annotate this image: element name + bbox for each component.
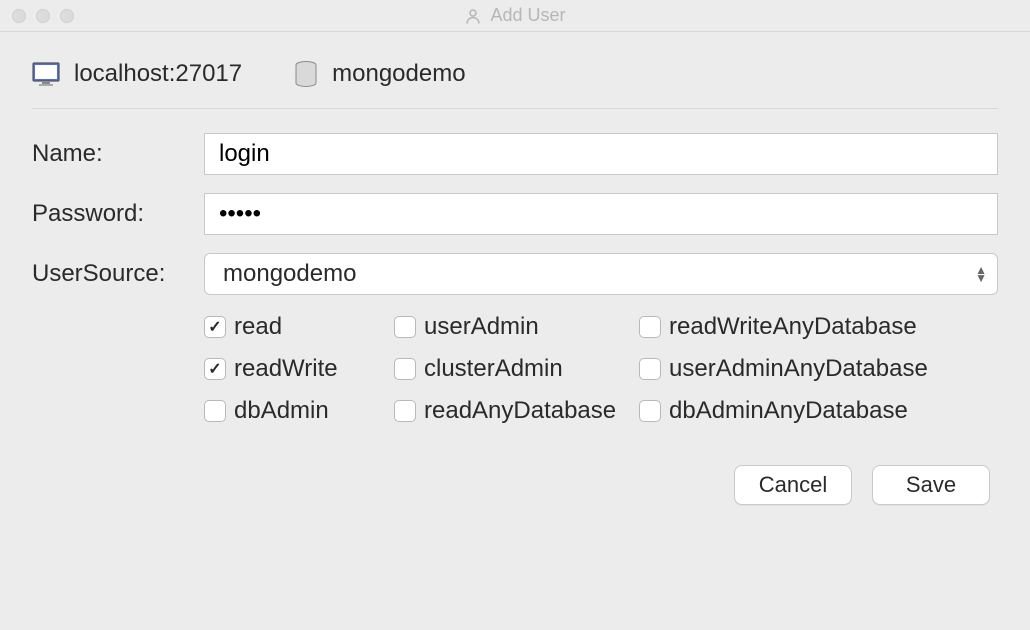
host-label: localhost:27017: [74, 60, 242, 88]
role-checkbox[interactable]: [639, 316, 661, 338]
connection-header: localhost:27017 mongodemo: [32, 32, 998, 109]
window-title: Add User: [0, 5, 1030, 26]
password-row: Password:: [32, 193, 998, 235]
role-label: dbAdmin: [234, 397, 329, 425]
name-label: Name:: [32, 140, 192, 168]
cancel-button[interactable]: Cancel: [734, 465, 852, 505]
window-title-text: Add User: [490, 5, 565, 26]
database-icon: [294, 61, 318, 87]
role-label: readAnyDatabase: [424, 397, 616, 425]
save-button[interactable]: Save: [872, 465, 990, 505]
role-checkbox[interactable]: [394, 358, 416, 380]
role-item[interactable]: dbAdmin: [204, 397, 394, 425]
role-item[interactable]: readWriteAnyDatabase: [639, 313, 969, 341]
zoom-traffic-light[interactable]: [60, 9, 74, 23]
role-item[interactable]: userAdmin: [394, 313, 639, 341]
usersource-row: UserSource: mongodemo ▲▼: [32, 253, 998, 295]
form: Name: Password: UserSource: mongodemo ▲▼…: [0, 109, 1030, 425]
role-checkbox[interactable]: [394, 400, 416, 422]
user-icon: [464, 7, 482, 25]
role-label: userAdmin: [424, 313, 539, 341]
name-row: Name:: [32, 133, 998, 175]
database-name: mongodemo: [332, 60, 465, 88]
role-label: readWrite: [234, 355, 338, 383]
role-label: dbAdminAnyDatabase: [669, 397, 908, 425]
close-traffic-light[interactable]: [12, 9, 26, 23]
roles-grid: read userAdmin readWriteAnyDatabase readWri…: [204, 313, 998, 425]
password-input[interactable]: [204, 193, 998, 235]
dialog-buttons: Cancel Save: [0, 465, 1030, 529]
role-checkbox[interactable]: [204, 316, 226, 338]
role-checkbox[interactable]: [204, 358, 226, 380]
usersource-label: UserSource:: [32, 260, 192, 288]
role-checkbox[interactable]: [639, 400, 661, 422]
role-item[interactable]: readAnyDatabase: [394, 397, 639, 425]
role-checkbox[interactable]: [639, 358, 661, 380]
role-item[interactable]: dbAdminAnyDatabase: [639, 397, 969, 425]
role-item[interactable]: readWrite: [204, 355, 394, 383]
name-input[interactable]: [204, 133, 998, 175]
window-controls: [12, 9, 74, 23]
role-label: clusterAdmin: [424, 355, 563, 383]
role-item[interactable]: userAdminAnyDatabase: [639, 355, 969, 383]
title-bar: Add User: [0, 0, 1030, 32]
role-item[interactable]: read: [204, 313, 394, 341]
role-label: readWriteAnyDatabase: [669, 313, 917, 341]
role-checkbox[interactable]: [394, 316, 416, 338]
role-label: read: [234, 313, 282, 341]
usersource-value: mongodemo: [223, 260, 356, 288]
minimize-traffic-light[interactable]: [36, 9, 50, 23]
role-checkbox[interactable]: [204, 400, 226, 422]
usersource-select[interactable]: mongodemo ▲▼: [204, 253, 998, 295]
server-icon: [32, 62, 60, 86]
role-item[interactable]: clusterAdmin: [394, 355, 639, 383]
chevrons-icon: ▲▼: [975, 266, 987, 282]
role-label: userAdminAnyDatabase: [669, 355, 928, 383]
password-label: Password:: [32, 200, 192, 228]
